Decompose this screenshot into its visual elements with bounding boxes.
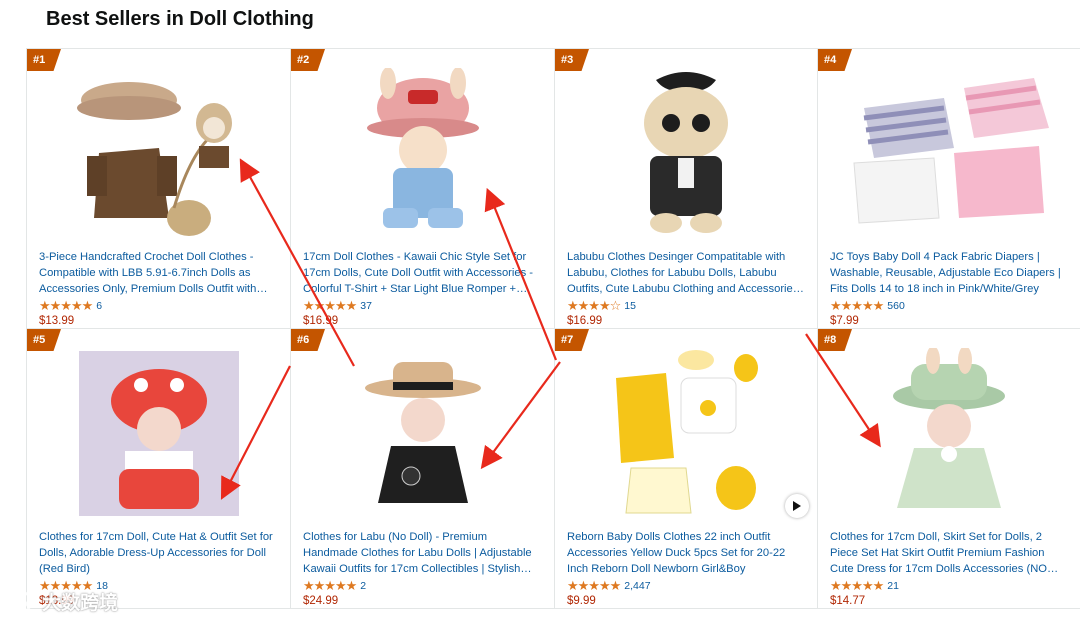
price: $13.99 — [39, 315, 75, 327]
review-count[interactable]: 6 — [96, 300, 102, 312]
product-title-link[interactable]: Clothes for 17cm Doll, Cute Hat & Outfit… — [39, 529, 280, 577]
star-rating-icon: ★★★★★ — [303, 578, 357, 593]
product-card-5[interactable]: #5 Clothes for 17cm Doll, Cute Hat & Out… — [27, 329, 291, 609]
price: $14.77 — [830, 595, 866, 607]
star-rating-icon: ★★★★★ — [303, 298, 357, 313]
review-count[interactable]: 2,447 — [624, 580, 650, 592]
page-title: Best Sellers in Doll Clothing — [46, 8, 314, 30]
review-count[interactable]: 2 — [360, 580, 366, 592]
price: $16.99 — [567, 315, 603, 327]
review-count[interactable]: 37 — [360, 300, 372, 312]
play-video-button[interactable] — [785, 494, 809, 518]
product-title-link[interactable]: Clothes for 17cm Doll, Skirt Set for Dol… — [830, 529, 1070, 577]
product-image[interactable] — [291, 63, 554, 243]
product-card-8[interactable]: #8 Clothes for 17cm Doll, Skirt Set for … — [818, 329, 1080, 609]
review-count[interactable]: 15 — [624, 300, 636, 312]
product-title-link[interactable]: 3-Piece Handcrafted Crochet Doll Clothes… — [39, 249, 280, 297]
rating-row[interactable]: ★★★★★ 2,447 — [567, 578, 651, 594]
star-rating-icon: ★★★★★ — [830, 578, 884, 593]
play-icon — [793, 501, 801, 511]
review-count[interactable]: 560 — [887, 300, 905, 312]
product-image[interactable] — [555, 63, 817, 243]
review-count[interactable]: 21 — [887, 580, 899, 592]
product-image[interactable] — [27, 63, 290, 243]
product-image[interactable] — [818, 343, 1080, 523]
price: $7.99 — [830, 315, 859, 327]
watermark: 大数跨境 — [8, 588, 118, 615]
rating-row[interactable]: ★★★★☆ 15 — [567, 298, 636, 314]
star-rating-icon: ★★★★★ — [830, 298, 884, 313]
rating-row[interactable]: ★★★★★ 560 — [830, 298, 905, 314]
watermark-logo-icon — [9, 590, 33, 613]
product-title-link[interactable]: JC Toys Baby Doll 4 Pack Fabric Diapers … — [830, 249, 1070, 297]
rating-row[interactable]: ★★★★★ 37 — [303, 298, 372, 314]
product-card-4[interactable]: #4 JC Toys Baby Doll 4 Pack Fabric Diape… — [818, 49, 1080, 329]
product-image[interactable] — [291, 343, 554, 523]
product-title-link[interactable]: Labubu Clothes Desinger Compatitable wit… — [567, 249, 807, 297]
product-card-2[interactable]: #2 17cm Doll Clothes - Kawaii Chic Style… — [291, 49, 555, 329]
price: $24.99 — [303, 595, 339, 607]
star-rating-icon: ★★★★★ — [39, 298, 93, 313]
product-card-6[interactable]: #6 Clothes for Labu (No Doll) - Premium … — [291, 329, 555, 609]
rating-row[interactable]: ★★★★★ 6 — [39, 298, 102, 314]
star-rating-icon: ★★★★★ — [567, 578, 621, 593]
price: $16.99 — [303, 315, 339, 327]
product-title-link[interactable]: Clothes for Labu (No Doll) - Premium Han… — [303, 529, 544, 577]
product-image[interactable] — [818, 63, 1080, 243]
watermark-text: 大数跨境 — [42, 593, 119, 614]
star-rating-icon: ★★★★☆ — [567, 298, 621, 313]
product-image[interactable] — [27, 343, 290, 523]
bestseller-grid: #1 3-Piece Handcrafted Crochet Doll Clot… — [26, 48, 1080, 609]
price: $9.99 — [567, 595, 596, 607]
rating-row[interactable]: ★★★★★ 21 — [830, 578, 899, 594]
product-title-link[interactable]: 17cm Doll Clothes - Kawaii Chic Style Se… — [303, 249, 544, 297]
product-card-7[interactable]: #7 Reborn Baby Dolls Clothes 22 inch Out… — [555, 329, 818, 609]
product-image[interactable] — [555, 343, 817, 523]
rating-row[interactable]: ★★★★★ 2 — [303, 578, 366, 594]
product-title-link[interactable]: Reborn Baby Dolls Clothes 22 inch Outfit… — [567, 529, 807, 577]
product-card-1[interactable]: #1 3-Piece Handcrafted Crochet Doll Clot… — [27, 49, 291, 329]
product-card-3[interactable]: #3 Labubu Clothes Desinger Compatitable … — [555, 49, 818, 329]
